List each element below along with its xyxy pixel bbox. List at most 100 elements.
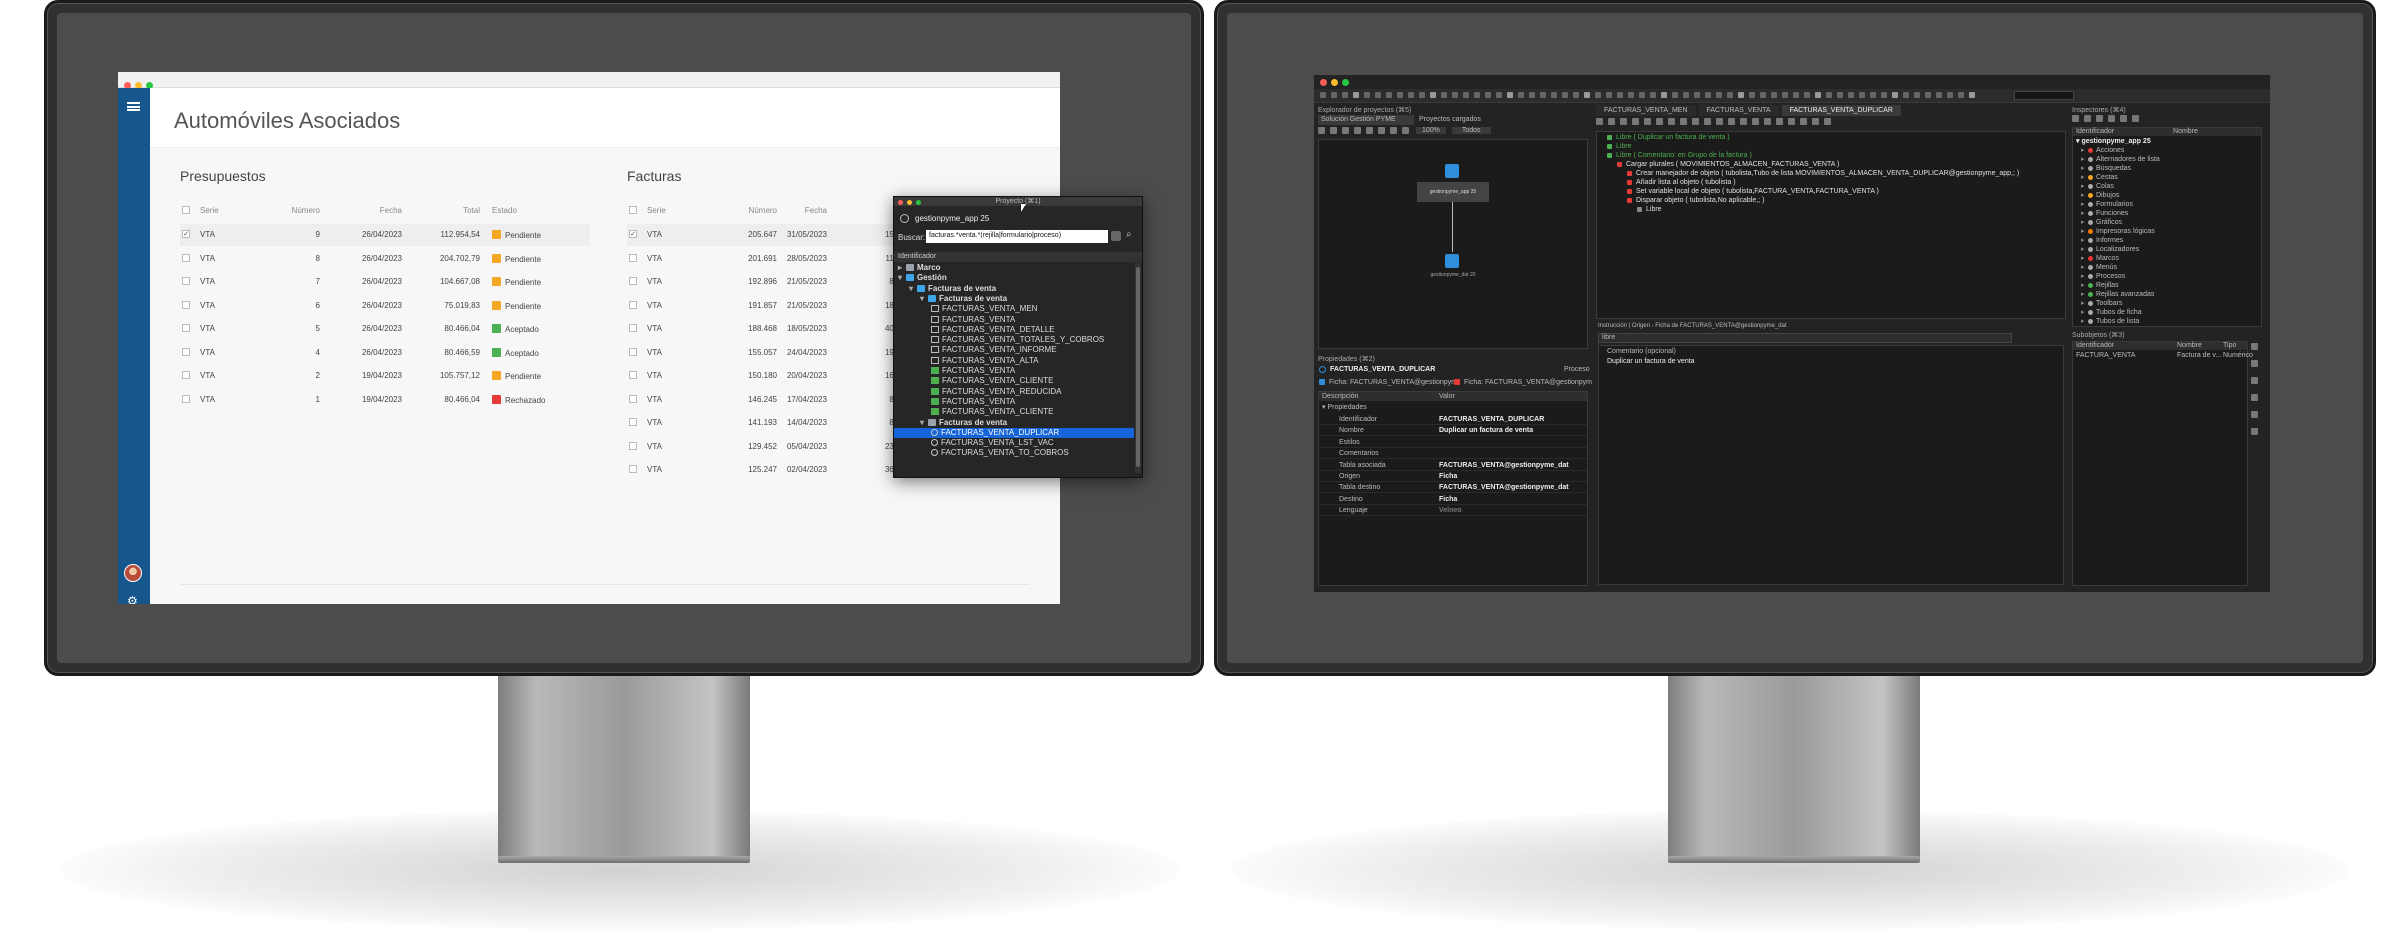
row-checkbox[interactable] [629, 253, 637, 262]
tree-scrollbar[interactable] [1135, 263, 1141, 473]
property-row[interactable]: Estilos [1319, 437, 1587, 448]
inspector-item[interactable]: ▸ Gráficos [2081, 218, 2122, 226]
editor-tab[interactable]: FACTURAS_VENTA [1698, 105, 1779, 116]
toolbar-button[interactable] [1815, 92, 1821, 99]
disclosure-icon[interactable]: ▸ [2081, 200, 2088, 208]
editor-tab[interactable]: FACTURAS_VENTA_MEN [1596, 105, 1696, 116]
editor-tab[interactable]: FACTURAS_VENTA_DUPLICAR [1781, 105, 1901, 116]
col-header-serie[interactable]: Serie [647, 206, 666, 215]
row-checkbox[interactable] [182, 347, 190, 356]
toolbar-button[interactable] [1903, 92, 1909, 99]
toolbar-button[interactable] [1881, 92, 1887, 99]
toolbar-button[interactable] [1650, 92, 1656, 99]
toolbar-button[interactable] [1595, 92, 1601, 99]
inspector-item[interactable]: ▸ Informes [2081, 236, 2123, 244]
disclosure-icon[interactable]: ▸ [2081, 272, 2088, 280]
disclosure-icon[interactable]: ▸ [2081, 164, 2088, 172]
table-row[interactable]: VTA 8 26/04/2023 204.702,79 Pendiente [180, 248, 590, 270]
toolbar-button[interactable] [1375, 92, 1381, 99]
table-row[interactable]: VTA 5 26/04/2023 80.466,04 Aceptado [180, 318, 590, 340]
toolbar-button[interactable] [1606, 92, 1612, 99]
property-row[interactable]: Nombre Duplicar un factura de venta [1319, 425, 1587, 437]
disclosure-icon[interactable]: ▸ [2081, 218, 2088, 226]
inspector-item[interactable]: ▸ Procesos [2081, 272, 2125, 280]
tree-item[interactable]: FACTURAS_VENTA_DUPLICAR [894, 427, 1134, 438]
toolbar-button[interactable] [1782, 92, 1788, 99]
toolbar-button[interactable] [1793, 92, 1799, 99]
inspector-item[interactable]: ▸ Menús [2081, 263, 2117, 271]
inspector-item[interactable]: ▸ Cestas [2081, 173, 2118, 181]
code-line[interactable]: Añadir lista al objeto ( tubolista ) [1627, 179, 1736, 186]
row-checkbox[interactable] [629, 418, 637, 426]
toolbar-button[interactable] [1738, 92, 1744, 99]
toolbar-button[interactable] [1353, 92, 1359, 99]
inspector-item[interactable]: ▸ Marcos [2081, 254, 2119, 262]
disclosure-icon[interactable]: ▸ [2081, 281, 2088, 289]
inspector-item[interactable]: ▸ Búsquedas [2081, 164, 2131, 172]
inspector-item[interactable]: ▸ Colas [2081, 182, 2114, 190]
toolbar-button[interactable] [1969, 92, 1975, 99]
toolbar-button[interactable] [1342, 92, 1348, 99]
disclosure-icon[interactable]: ▸ [2081, 245, 2088, 253]
toolbar-button[interactable] [1958, 92, 1964, 99]
toolbar-button[interactable] [1870, 92, 1876, 99]
disclosure-icon[interactable]: ▸ [2081, 254, 2088, 262]
toolbar-button[interactable] [1639, 92, 1645, 99]
disclosure-icon[interactable]: ▸ [2081, 317, 2088, 325]
app-node-icon[interactable] [1445, 164, 1459, 178]
table-row[interactable]: VTA 1 19/04/2023 80.466,04 Rechazado [180, 389, 590, 411]
property-row[interactable]: Origen Ficha [1319, 471, 1587, 482]
code-line[interactable]: Libre [1637, 206, 1662, 213]
toolbar-button[interactable] [1551, 92, 1557, 99]
toolbar-button[interactable] [1408, 92, 1414, 99]
inspector-item[interactable]: ▸ Impresoras lógicas [2081, 227, 2155, 235]
toolbar-button[interactable] [1617, 92, 1623, 99]
code-line[interactable]: Disparar objeto ( tubolista,No aplicable… [1627, 197, 1764, 204]
toolbar-search-input[interactable] [2014, 91, 2074, 100]
toolbar-button[interactable] [1804, 92, 1810, 99]
row-checkbox[interactable] [182, 300, 190, 309]
disclosure-icon[interactable]: ▸ [2081, 191, 2088, 199]
toolbar-button[interactable] [1496, 92, 1502, 99]
toolbar-button[interactable] [1661, 92, 1667, 99]
toolbar-button[interactable] [1518, 92, 1524, 99]
tree-item[interactable]: FACTURAS_VENTA_MEN [894, 304, 1134, 314]
code-line[interactable]: Libre ( Duplicar un factura de venta ) [1607, 134, 1730, 141]
tree-item[interactable]: FACTURAS_VENTA [894, 366, 1134, 376]
table-row[interactable]: VTA 2 19/04/2023 105.757,12 Pendiente [180, 365, 590, 387]
tree-item[interactable]: FACTURAS_VENTA_TO_COBROS [894, 448, 1134, 458]
clear-search-icon[interactable] [1111, 231, 1121, 241]
subobject-row[interactable]: FACTURA_VENTA Factura de v... Numérico [2073, 352, 2253, 361]
property-row[interactable]: Destino Ficha [1319, 494, 1587, 505]
toolbar-button[interactable] [1683, 92, 1689, 99]
toolbar-button[interactable] [1727, 92, 1733, 99]
select-all-checkbox[interactable] [629, 206, 637, 214]
search-icon[interactable]: ⌕ [1126, 229, 1132, 240]
toolbar-button[interactable] [1892, 92, 1898, 99]
table-row[interactable]: VTA 4 26/04/2023 80.466,59 Aceptado [180, 342, 590, 364]
toolbar-button[interactable] [1331, 92, 1337, 99]
inspector-item[interactable]: ▸ Localizadores [2081, 245, 2139, 253]
property-row[interactable]: Tabla asociada FACTURAS_VENTA@gestionpyme… [1319, 460, 1587, 471]
property-row[interactable]: Identificador FACTURAS_VENTA_DUPLICAR [1319, 414, 1587, 425]
tree-item[interactable]: FACTURAS_VENTA_TOTALES_Y_COBROS [894, 335, 1134, 345]
toolbar-button[interactable] [1463, 92, 1469, 99]
tree-item[interactable]: ▾ Facturas de venta [894, 284, 1134, 294]
inspector-item[interactable]: ▸ Rejillas avanzadas [2081, 290, 2154, 298]
row-checkbox[interactable] [629, 371, 637, 379]
disclosure-icon[interactable]: ▾ [920, 418, 928, 428]
inspector-item[interactable]: ▸ Tubos de ficha [2081, 308, 2142, 316]
tree-item[interactable]: ▾ Gestión [894, 273, 1134, 283]
tree-item[interactable]: ▸ Marco [894, 263, 1134, 273]
col-header-total[interactable]: Total [463, 206, 480, 215]
hamburger-icon[interactable] [127, 102, 140, 111]
row-checkbox[interactable] [182, 324, 190, 332]
tree-item[interactable]: FACTURAS_VENTA_REDUCIDA [894, 387, 1134, 397]
app-node-label[interactable]: gestionpyme_app 25 [1417, 182, 1489, 202]
inspector-item[interactable]: ▸ Acciones [2081, 146, 2124, 154]
inspector-item[interactable]: ▸ Alternadores de lista [2081, 155, 2160, 163]
col-header-fecha[interactable]: Fecha [805, 206, 827, 215]
disclosure-icon[interactable]: ▸ [2081, 182, 2088, 190]
explorer-tab-solucion[interactable]: Solución Gestión PYME [1318, 115, 1414, 125]
disclosure-icon[interactable]: ▾ [909, 284, 917, 294]
